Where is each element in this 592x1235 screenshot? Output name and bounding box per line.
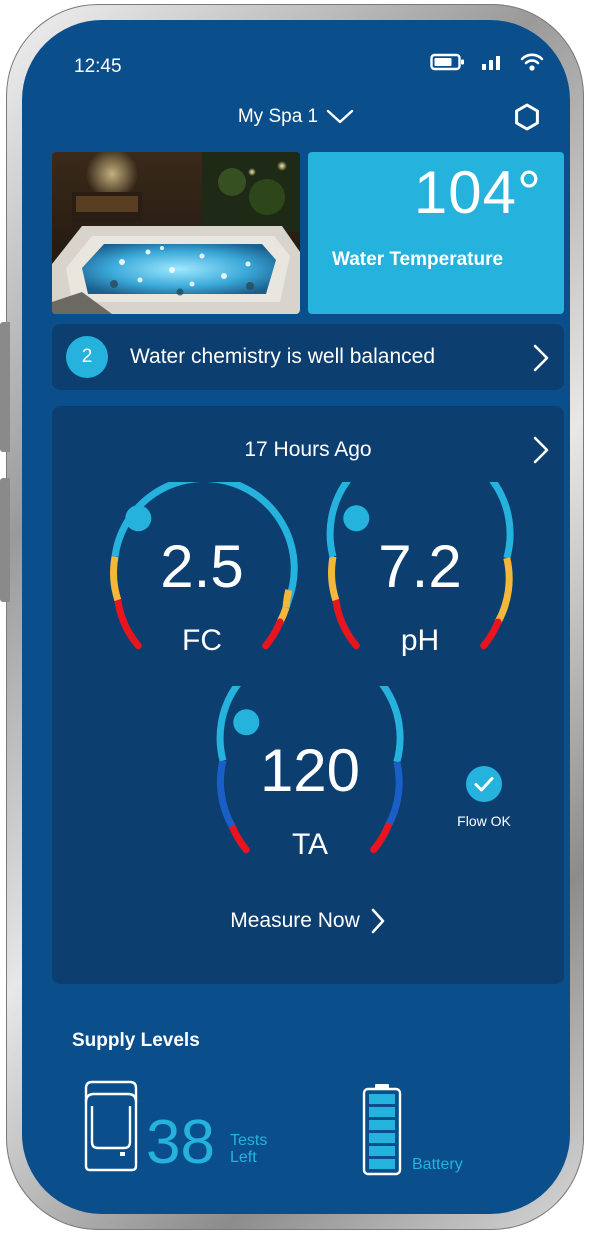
alert-count-badge: 2 bbox=[66, 336, 108, 378]
flow-status-label: Flow OK bbox=[457, 813, 511, 829]
fc-gauge[interactable]: 2.5 FC bbox=[102, 474, 302, 682]
ph-label: pH bbox=[400, 624, 440, 657]
checkmark-icon bbox=[466, 766, 502, 802]
fc-value: 2.5 bbox=[160, 533, 244, 600]
phone-side-button bbox=[0, 322, 10, 452]
battery-level-icon bbox=[362, 1084, 402, 1176]
gear-icon bbox=[515, 103, 539, 131]
ta-gauge[interactable]: 120 TA bbox=[210, 644, 410, 886]
test-cartridge-icon bbox=[84, 1080, 138, 1172]
alert-message: Water chemistry is well balanced bbox=[130, 345, 435, 368]
battery-icon bbox=[430, 53, 464, 71]
status-time: 12:45 bbox=[74, 56, 122, 77]
chevron-right-icon bbox=[533, 344, 549, 372]
flow-status: Flow OK bbox=[444, 766, 524, 829]
water-temperature-card[interactable]: 104° Water Temperature bbox=[308, 152, 564, 314]
settings-button[interactable] bbox=[512, 102, 542, 137]
phone-side-button bbox=[0, 478, 10, 602]
app-screen: 12:45 My Spa 1 104° Water Temperature 2 … bbox=[22, 20, 570, 1214]
battery-label: Battery bbox=[412, 1156, 463, 1173]
status-icons bbox=[430, 52, 544, 72]
tests-left-count: 38 bbox=[146, 1108, 215, 1177]
measure-now-button[interactable]: Measure Now bbox=[52, 908, 564, 934]
ph-value: 7.2 bbox=[378, 533, 462, 600]
signal-icon bbox=[482, 56, 500, 70]
spa-photo bbox=[52, 152, 300, 314]
water-temperature-value: 104° bbox=[413, 159, 542, 226]
tests-label-line1: Tests bbox=[230, 1132, 268, 1149]
supply-levels-title: Supply Levels bbox=[72, 1030, 200, 1051]
chevron-right-icon bbox=[371, 908, 385, 934]
chevron-down-icon bbox=[326, 109, 354, 124]
spa-name: My Spa 1 bbox=[237, 106, 319, 127]
measure-now-label: Measure Now bbox=[230, 909, 360, 932]
tests-left-label: Tests Left bbox=[230, 1132, 267, 1166]
spa-selector[interactable]: My Spa 1 bbox=[22, 106, 570, 128]
water-chemistry-card: 17 Hours Ago 2.5 FC 7.2 pH 120 TA Flow O… bbox=[52, 406, 564, 984]
chemistry-details-button[interactable] bbox=[532, 436, 550, 469]
tests-label-line2: Left bbox=[230, 1149, 257, 1166]
last-measured-time: 17 Hours Ago bbox=[244, 438, 372, 461]
ta-label: TA bbox=[291, 828, 329, 861]
chevron-right-icon bbox=[533, 436, 549, 464]
fc-label: FC bbox=[182, 624, 222, 657]
ph-gauge[interactable]: 7.2 pH bbox=[320, 440, 520, 682]
water-temperature-label: Water Temperature bbox=[332, 249, 504, 270]
wifi-icon bbox=[520, 53, 544, 71]
ta-value: 120 bbox=[259, 737, 361, 804]
chemistry-alert-bar[interactable]: 2 Water chemistry is well balanced bbox=[52, 324, 564, 390]
